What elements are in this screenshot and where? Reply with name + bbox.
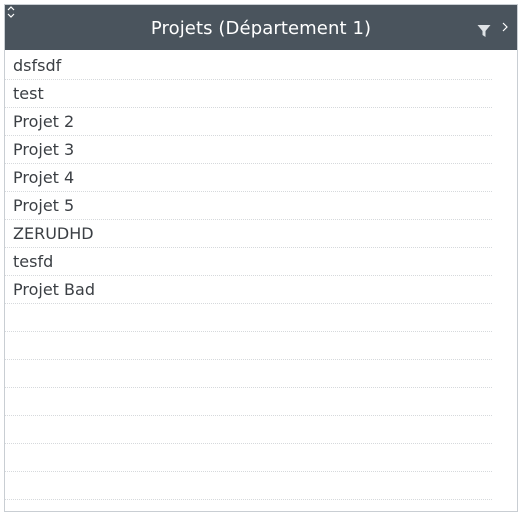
filter-icon[interactable] bbox=[477, 23, 491, 37]
panel-title: Projets (Département 1) bbox=[150, 18, 372, 39]
project-item[interactable]: test bbox=[5, 80, 492, 108]
panel-header: Projets (Département 1) bbox=[5, 5, 517, 50]
project-item[interactable]: Projet 4 bbox=[5, 164, 492, 192]
project-item[interactable]: tesfd bbox=[5, 248, 492, 276]
projects-panel: Projets (Département 1) dsfsdf test Proj… bbox=[4, 4, 518, 512]
chevron-right-icon[interactable] bbox=[501, 17, 509, 32]
empty-row bbox=[5, 332, 492, 360]
empty-row bbox=[5, 444, 492, 472]
project-item[interactable]: Projet 2 bbox=[5, 108, 492, 136]
project-item[interactable]: Projet 5 bbox=[5, 192, 492, 220]
project-item[interactable]: ZERUDHD bbox=[5, 220, 492, 248]
empty-row bbox=[5, 472, 492, 500]
project-item[interactable]: Projet 3 bbox=[5, 136, 492, 164]
empty-row bbox=[5, 416, 492, 444]
empty-row bbox=[5, 360, 492, 388]
empty-row bbox=[5, 304, 492, 332]
project-item[interactable]: dsfsdf bbox=[5, 52, 492, 80]
project-list: dsfsdf test Projet 2 Projet 3 Projet 4 P… bbox=[5, 52, 492, 500]
empty-row bbox=[5, 388, 492, 416]
project-item[interactable]: Projet Bad bbox=[5, 276, 492, 304]
